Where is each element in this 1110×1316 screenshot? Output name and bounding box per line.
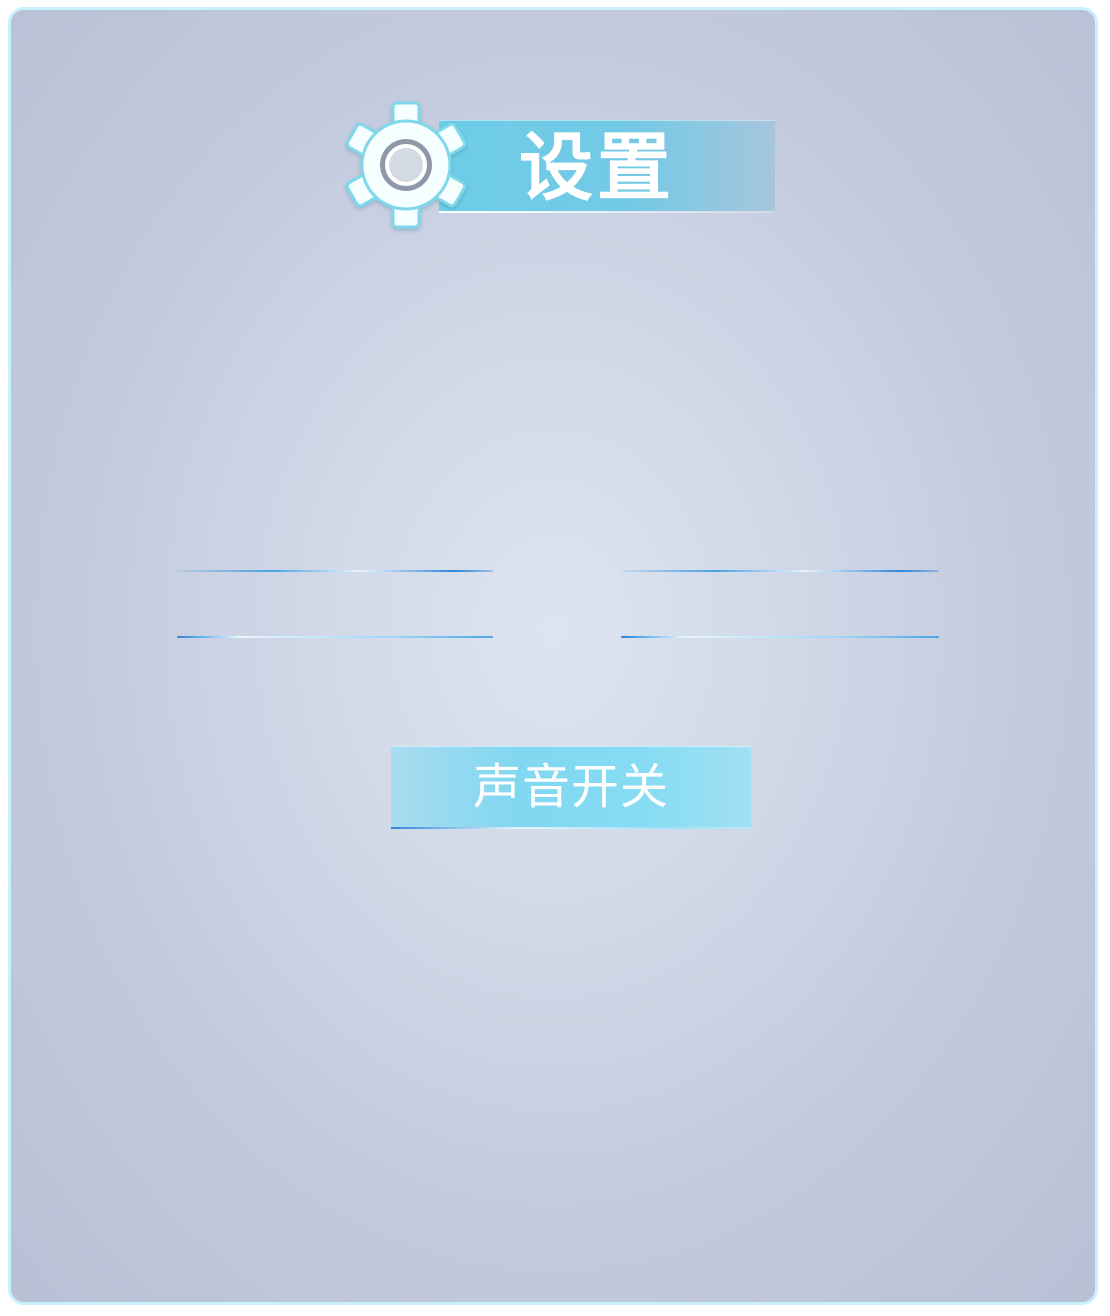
title-banner: 设置 (341, 100, 791, 240)
decorative-line-bottom-right (621, 636, 939, 638)
decorative-line-top-right (621, 570, 939, 572)
decorative-line-top-left (177, 570, 493, 572)
settings-panel: 设置 声音开关 (8, 7, 1098, 1305)
sound-toggle-label: 声音开关 (472, 759, 669, 815)
sound-toggle-button[interactable]: 声音开关 (391, 746, 751, 829)
page-title: 设置 (519, 125, 675, 211)
decorative-line-bottom-left (177, 636, 493, 638)
gear-icon (345, 101, 467, 229)
